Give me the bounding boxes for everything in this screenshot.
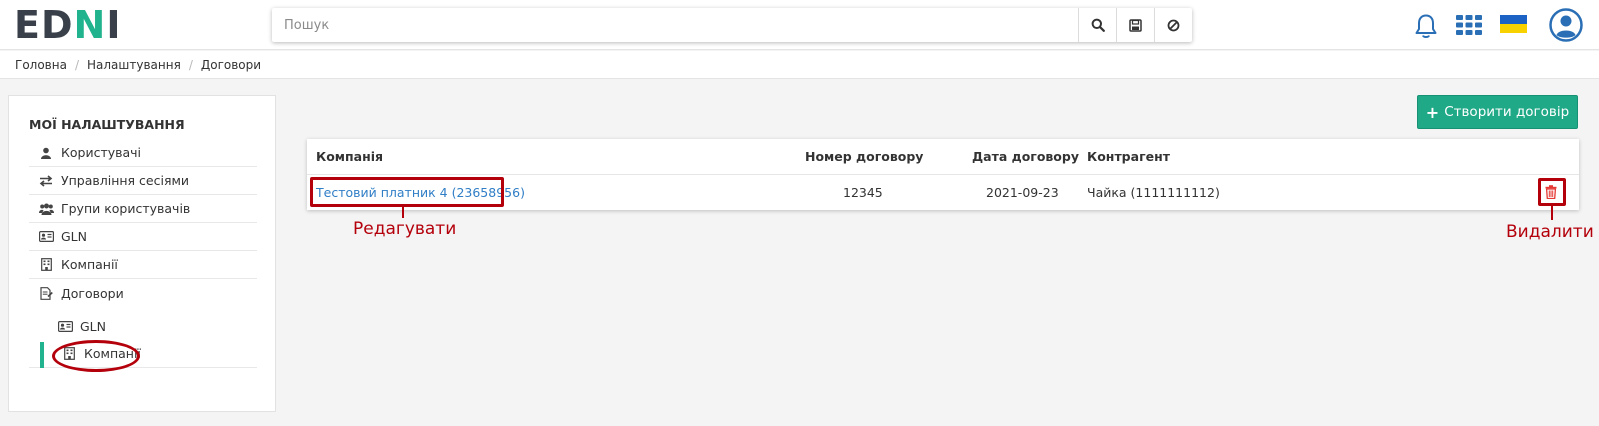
sidebar-item-label: Компанії: [61, 257, 118, 272]
sidebar-item-label: Групи користувачів: [61, 201, 191, 216]
id-card-icon: [56, 320, 74, 332]
ukraine-flag-icon: [1500, 15, 1527, 33]
edit-pointer-line: [402, 207, 404, 218]
counterparty: Чайка (1111111112): [1087, 184, 1220, 200]
sidebar-item-label: Управління сесіями: [61, 173, 190, 188]
delete-pointer-line: [1551, 206, 1553, 220]
user-avatar-icon: [1549, 8, 1583, 42]
search-input[interactable]: [272, 8, 1078, 42]
breadcrumb-current: Договори: [200, 57, 262, 72]
edit-highlight-box: [310, 177, 504, 207]
sidebar-subitem-gln[interactable]: GLN: [29, 312, 257, 340]
notifications-button[interactable]: [1413, 12, 1439, 40]
users-icon: [37, 203, 55, 215]
delete-highlight-box: [1538, 178, 1566, 206]
user-menu-button[interactable]: [1549, 8, 1583, 42]
sidebar-item-label: Договори: [61, 285, 124, 301]
settings-sidebar: МОЇ НАЛАШТУВАННЯ Користувачі Управління …: [8, 95, 276, 412]
clear-search-button[interactable]: [1154, 8, 1192, 42]
breadcrumb-settings[interactable]: Налаштування: [87, 58, 181, 72]
breadcrumb: Головна / Налаштування / Договори: [0, 51, 1599, 79]
sidebar-item-label: GLN: [61, 229, 88, 244]
sidebar-item-gln[interactable]: GLN: [29, 223, 257, 251]
column-header-number[interactable]: Номер договору: [805, 139, 923, 174]
apps-button[interactable]: [1456, 14, 1482, 36]
search-icon: [1091, 18, 1105, 32]
delete-annotation-label: Видалити: [1506, 222, 1594, 242]
active-indicator: [40, 342, 44, 368]
sidebar-item-users[interactable]: Користувачі: [29, 139, 257, 167]
create-contract-button[interactable]: + Створити договір: [1417, 95, 1578, 129]
edin-logo[interactable]: ED N I: [14, 5, 121, 45]
bell-icon: [1415, 14, 1437, 38]
apps-grid-icon: [1456, 15, 1482, 35]
save-search-button[interactable]: [1116, 8, 1154, 42]
create-contract-label: Створити договір: [1444, 104, 1570, 120]
companies-highlight-ellipse: [52, 340, 140, 372]
column-header-date[interactable]: Дата договору: [972, 139, 1079, 174]
sidebar-item-companies[interactable]: Компанії: [29, 251, 257, 279]
column-header-company[interactable]: Компанія: [316, 139, 383, 174]
search-button[interactable]: [1078, 8, 1116, 42]
edit-annotation-label: Редагувати: [353, 219, 457, 239]
sidebar-item-sessions[interactable]: Управління сесіями: [29, 167, 257, 195]
sidebar-title: МОЇ НАЛАШТУВАННЯ: [29, 117, 185, 132]
sidebar-subitem-label: GLN: [80, 318, 107, 334]
building-icon: [37, 258, 55, 271]
exchange-icon: [37, 174, 55, 187]
breadcrumb-separator: /: [188, 57, 193, 72]
contract-date: 2021-09-23: [986, 184, 1059, 200]
sidebar-item-user-groups[interactable]: Групи користувачів: [29, 195, 257, 223]
plus-icon: +: [1425, 102, 1440, 122]
ban-icon: [1167, 19, 1180, 31]
floppy-icon: [1129, 18, 1142, 32]
sidebar-item-label: Користувачі: [61, 145, 142, 160]
search-bar: [272, 8, 1192, 42]
top-bar: ED N I: [0, 0, 1599, 50]
column-header-counterparty[interactable]: Контрагент: [1087, 139, 1170, 174]
breadcrumb-home[interactable]: Головна: [15, 58, 67, 72]
contract-number: 12345: [843, 184, 883, 200]
breadcrumb-separator: /: [74, 57, 79, 72]
contract-icon: [37, 286, 55, 300]
user-icon: [37, 147, 55, 159]
id-card-icon: [37, 231, 55, 242]
language-button[interactable]: [1500, 14, 1527, 34]
sidebar-item-contracts[interactable]: Договори: [29, 279, 257, 307]
